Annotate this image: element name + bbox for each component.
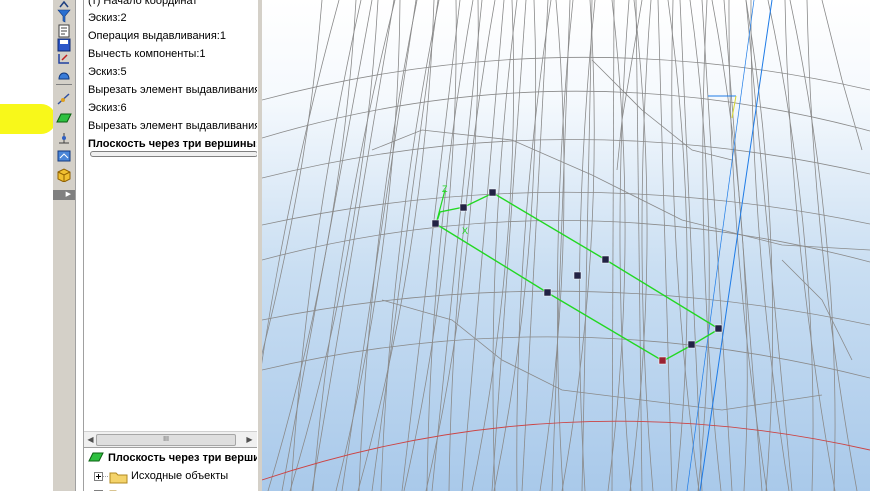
filter-icon[interactable] [56,9,72,23]
horizontal-scrollbar[interactable]: ◀ III ▶ [84,431,258,447]
tree-item-cut-extrude-2[interactable]: Вырезать элемент выдавливания:2 [88,120,258,133]
wire-line [358,0,418,491]
wire-line [262,290,870,326]
wire-line [267,0,357,491]
vertex-marker [431,219,440,228]
wire-line [539,0,565,491]
wire-line [262,0,340,365]
tree-item-cut-extrude-1[interactable]: Вырезать элемент выдавливания:1 [88,84,258,97]
scroll-left-icon[interactable]: ◀ [85,434,96,445]
component-icon[interactable] [56,168,72,182]
wire-line [357,0,435,491]
left-margin [0,0,53,491]
vertex-marker [488,188,497,197]
wire-line [667,0,688,491]
wire-line [611,0,615,491]
wire-line [781,259,853,361]
wire-line [806,0,858,491]
wire-line [556,0,574,491]
wire-line [491,0,527,491]
next-folder-node[interactable] [94,487,134,491]
scroll-right-icon[interactable]: ▶ [244,434,255,445]
tree-item-sketch-6[interactable]: Эскиз:6 [88,102,127,115]
wire-line [262,0,323,356]
wire-line [701,0,733,491]
point-tool-icon[interactable] [56,131,72,145]
scrollbar-thumb[interactable]: III [96,434,236,446]
model-tree-panel: (т) Начало координат Эскиз:2 Операция вы… [83,0,259,491]
source-objects-node[interactable]: Исходные объекты [94,470,228,487]
vertex-marker [687,340,696,349]
wire-line [702,0,722,491]
sketch-tool-icon[interactable] [56,52,72,66]
blue-axis-line-2 [686,0,755,491]
wire-line [671,0,700,491]
wire-line [493,0,537,491]
yellow-highlight [0,104,56,134]
wire-line [629,0,648,491]
tree-item-extrude-1[interactable]: Операция выдавливания:1 [88,30,226,43]
wire-line [381,299,823,411]
revolve-icon[interactable] [56,67,72,81]
tree-edit-field [90,151,258,157]
wire-line [561,0,595,491]
wire-line [289,0,379,491]
tree-item-sketch-2[interactable]: Эскиз:2 [88,12,127,25]
wire-line [607,0,626,491]
wire-line [657,0,673,491]
wire-line [521,0,549,491]
blue-axis-line [699,0,773,491]
3d-viewport[interactable]: Z X [262,0,870,491]
wire-line [616,0,643,171]
wire-line [641,0,654,491]
document-icon[interactable] [56,24,72,38]
vertical-toolbar [53,0,76,491]
tree-item-origin[interactable]: (т) Начало координат [88,0,197,8]
properties-title: Плоскость через три вершины [108,452,259,464]
expand-folder-icon[interactable] [94,470,134,484]
vertex-marker [573,271,582,280]
vertex-marker [658,356,667,365]
wire-line [281,0,373,491]
toolbar-expand-button[interactable]: ▶ [53,190,75,200]
red-circle-curve [262,420,870,481]
wireframe-model [262,0,870,491]
wire-line [431,0,483,491]
tree-item-plane-three-vertices[interactable]: Плоскость через три вершины:1 [88,138,258,151]
vertex-marker [543,288,552,297]
tree-item-sketch-5[interactable]: Эскиз:5 [88,66,127,79]
properties-panel: Плоскость через три вершины Исходные объ… [84,447,258,491]
save-icon[interactable] [56,38,72,52]
sketch-axis-z-label: Z [442,184,448,194]
wire-line [426,0,474,491]
wire-line [581,0,593,491]
wire-line [262,139,870,179]
plane-tool-icon[interactable] [56,111,72,125]
tree-item-subtract-1[interactable]: Вычесть компоненты:1 [88,48,206,61]
wire-line [262,220,870,263]
source-objects-label: Исходные объекты [131,470,229,482]
plane-icon [88,450,104,467]
arrow-right-icon: ▶ [65,191,71,198]
axis-tool-icon[interactable] [56,92,72,106]
measure-icon[interactable] [56,149,72,163]
vertex-marker [459,203,468,212]
sketch-axis-x-label: X [462,226,468,236]
wire-line [516,0,552,491]
wireframe-scene: Z X [262,0,870,491]
vertex-marker [714,324,723,333]
vertex-marker [601,255,610,264]
wire-line [262,336,870,379]
